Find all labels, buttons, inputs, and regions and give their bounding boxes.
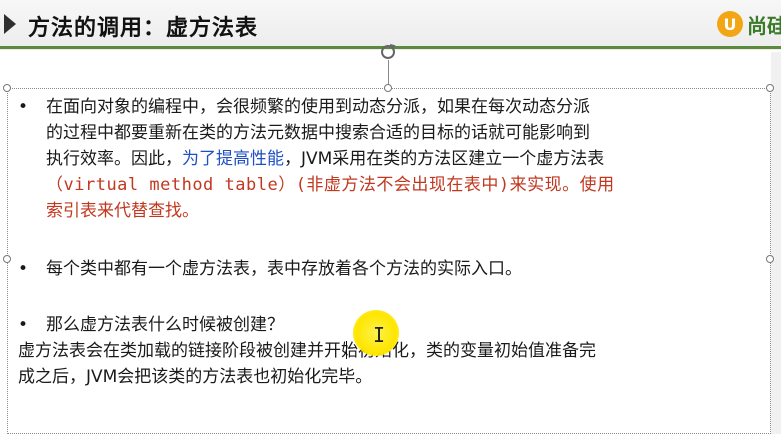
logo-text: 尚硅	[747, 13, 781, 38]
bullet-item: • 每个类中都有一个虚方法表，表中存放着各个方法的实际入口。	[18, 256, 768, 282]
text-run: 执行效率。因此，	[46, 149, 182, 169]
bullet-marker: •	[18, 259, 29, 279]
bullet-marker: •	[18, 97, 29, 117]
body-line: 的过程中都要重新在类的方法元数据中搜索合适的目标的话就可能影响到	[46, 123, 590, 143]
body-line: 每个类中都有一个虚方法表，表中存放着各个方法的实际入口。	[46, 259, 522, 279]
bullet-marker: •	[18, 315, 29, 335]
highlight-red-text: （virtual method table）(非虚方法不会出现在表中)来实现。使…	[46, 175, 615, 195]
body-line: 执行效率。因此，为了提高性能，JVM采用在类的方法区建立一个虚方法表	[46, 146, 768, 172]
highlight-blue-text: 为了提高性能	[182, 149, 284, 169]
rotate-icon[interactable]	[379, 43, 397, 61]
slide-title: 方法的调用：虚方法表	[28, 16, 259, 41]
question-line: 那么虚方法表什么时候被创建？	[46, 315, 284, 335]
resize-handle-top[interactable]	[384, 84, 392, 92]
body-line: 在面向对象的编程中，会很频繁的使用到动态分派，如果在每次动态分派	[46, 97, 590, 117]
text-run: ，JVM采用在类的方法区建立一个虚方法表	[284, 149, 605, 169]
logo: U 尚硅	[717, 9, 781, 39]
body-line: 成之后，JVM会把该类的方法表也初始化完毕。	[18, 367, 373, 387]
bullet-item: • 在面向对象的编程中，会很频繁的使用到动态分派，如果在每次动态分派 的过程中都…	[18, 94, 768, 224]
triangle-arrow-icon	[4, 14, 16, 34]
logo-icon: U	[717, 11, 743, 37]
resize-handle-left[interactable]	[3, 255, 11, 263]
highlight-red-text: 索引表来代替查找。	[46, 201, 199, 221]
right-edge-strip	[771, 52, 781, 434]
resize-handle-top-left[interactable]	[3, 84, 11, 92]
resize-handle-top-right[interactable]	[766, 84, 774, 92]
i-beam-cursor-icon: I	[373, 323, 386, 347]
text-caret	[346, 341, 347, 359]
